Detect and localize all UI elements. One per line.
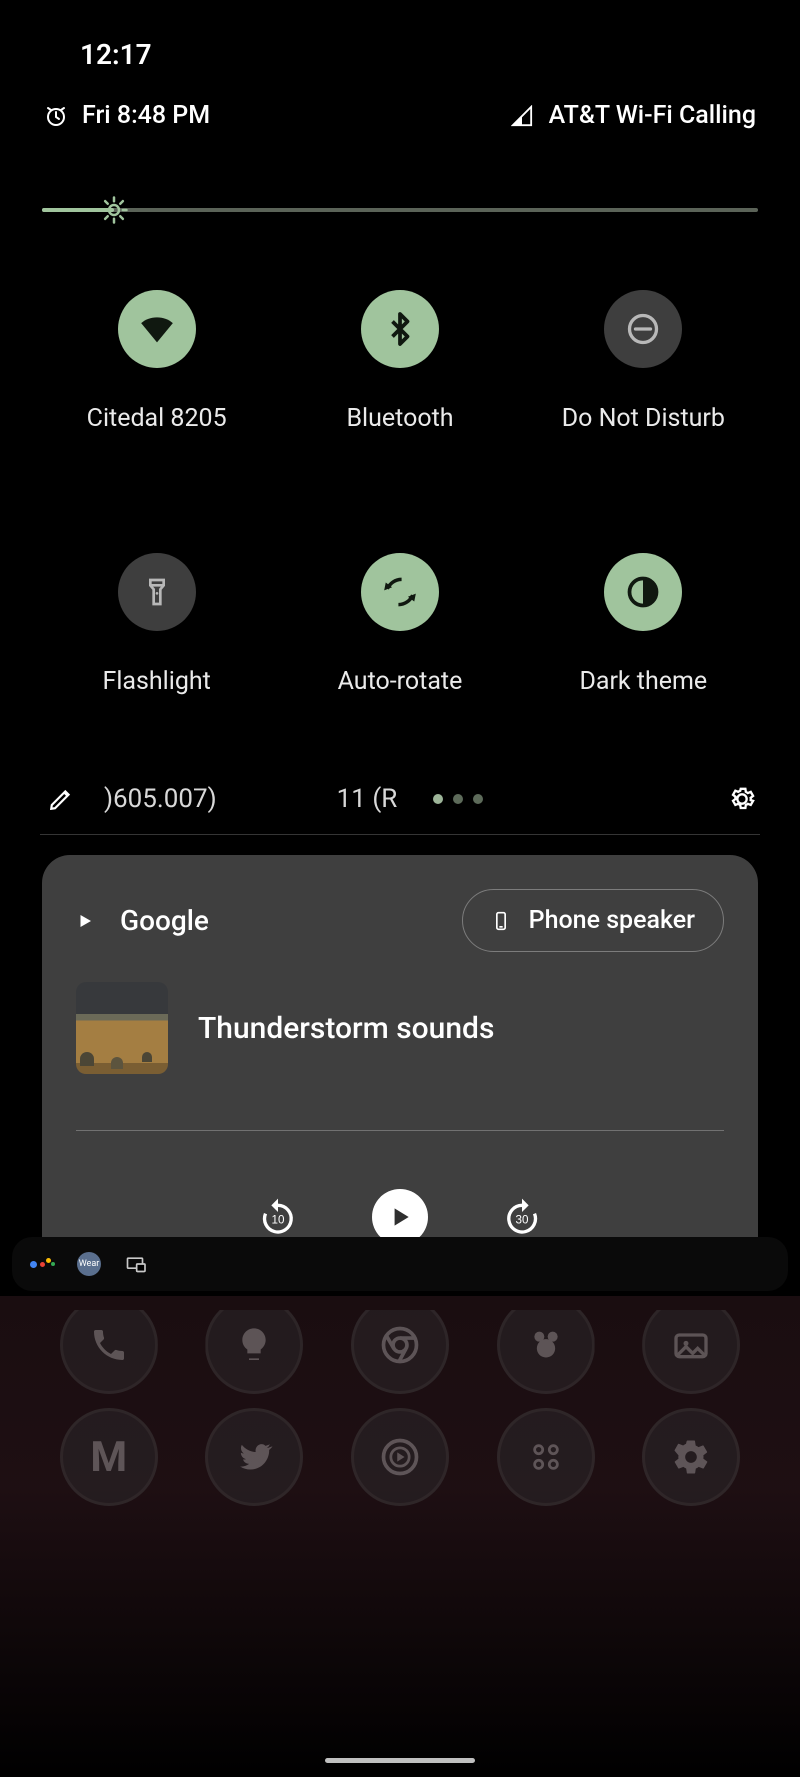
home-icon-settings <box>642 1408 740 1506</box>
qs-header-left: Fri 8:48 PM <box>44 101 210 130</box>
media-app-label: Google <box>120 904 209 937</box>
forward-30-button[interactable]: 30 <box>502 1197 542 1237</box>
home-icon-chrome <box>351 1296 449 1394</box>
build-text-left: )605.007) <box>104 784 217 814</box>
bluetooth-icon <box>361 290 439 368</box>
tile-label: Dark theme <box>579 667 707 696</box>
device-clock: 12:17 <box>80 38 152 71</box>
media-top: Google Phone speaker <box>76 889 724 952</box>
brightness-thumb-icon[interactable] <box>99 195 129 225</box>
home-icon-photos <box>642 1296 740 1394</box>
tile-bluetooth[interactable]: Bluetooth <box>283 290 516 433</box>
tile-darktheme[interactable]: Dark theme <box>527 553 760 696</box>
home-icon-twitter <box>205 1408 303 1506</box>
brightness-track <box>42 208 758 212</box>
media-row: Thunderstorm sounds <box>76 982 724 1074</box>
media-cover-art <box>76 982 168 1074</box>
cast-icon <box>123 1254 147 1274</box>
home-icon-phone <box>60 1296 158 1394</box>
tile-flashlight[interactable]: Flashlight <box>40 553 273 696</box>
quick-settings-panel[interactable]: Fri 8:48 PM AT&T Wi-Fi Calling <box>0 71 800 1289</box>
qs-header: Fri 8:48 PM AT&T Wi-Fi Calling <box>40 101 760 130</box>
alarm-icon <box>44 104 68 128</box>
media-app[interactable]: Google <box>76 904 209 937</box>
rewind-10-button[interactable]: 10 <box>258 1197 298 1237</box>
play-triangle-icon <box>76 912 94 930</box>
alarm-time: Fri 8:48 PM <box>82 101 210 130</box>
qs-header-right: AT&T Wi-Fi Calling <box>511 101 756 130</box>
page-dot <box>453 794 463 804</box>
autorotate-icon <box>361 553 439 631</box>
media-divider <box>76 1130 724 1131</box>
tile-label: Auto-rotate <box>338 667 463 696</box>
tile-dnd[interactable]: Do Not Disturb <box>527 290 760 433</box>
home-icon-group <box>497 1408 595 1506</box>
home-icon-youtube-music <box>351 1408 449 1506</box>
wifi-icon <box>118 290 196 368</box>
screen: M 12:17 Fri 8:48 PM AT&T Wi-Fi Calling <box>0 0 800 1777</box>
device-status-bar: 12:17 <box>0 0 800 71</box>
home-row: M <box>0 1408 800 1506</box>
darktheme-icon <box>604 553 682 631</box>
edit-tiles-button[interactable] <box>48 786 74 812</box>
phone-icon <box>491 908 511 934</box>
home-icon-light <box>205 1296 303 1394</box>
dnd-icon <box>604 290 682 368</box>
tile-label: Bluetooth <box>346 404 453 433</box>
wear-os-icon: Wear <box>77 1252 101 1276</box>
signal-icon <box>511 105 533 127</box>
tile-wifi[interactable]: Citedal 8205 <box>40 290 273 433</box>
forward-number: 30 <box>516 1214 529 1227</box>
media-card[interactable]: Google Phone speaker Thunderstorm sounds… <box>42 855 758 1289</box>
page-dot <box>473 794 483 804</box>
brightness-slider[interactable] <box>42 190 758 230</box>
home-row <box>0 1296 800 1394</box>
output-switcher[interactable]: Phone speaker <box>462 889 724 952</box>
settings-button[interactable] <box>728 785 756 813</box>
tile-label: Citedal 8205 <box>87 404 227 433</box>
tile-label: Do Not Disturb <box>562 404 725 433</box>
qs-footer: )605.007) 11 (R <box>40 784 760 835</box>
assistant-icon <box>30 1261 55 1268</box>
home-icon-disney <box>497 1296 595 1394</box>
carrier-label: AT&T Wi-Fi Calling <box>549 101 756 130</box>
rewind-number: 10 <box>272 1214 285 1227</box>
home-icon-gmail: M <box>60 1408 158 1506</box>
tile-autorotate[interactable]: Auto-rotate <box>283 553 516 696</box>
tile-label: Flashlight <box>103 667 211 696</box>
flashlight-icon <box>118 553 196 631</box>
output-label: Phone speaker <box>529 906 695 935</box>
notification-tray-bar[interactable]: Wear <box>12 1237 788 1291</box>
page-dots[interactable] <box>433 794 483 804</box>
qs-tile-grid: Citedal 8205 Bluetooth Do Not Disturb Fl… <box>40 290 760 696</box>
page-dot <box>433 794 443 804</box>
media-title: Thunderstorm sounds <box>198 1011 494 1046</box>
build-text-right: 11 (R <box>337 784 398 814</box>
nav-handle[interactable] <box>325 1758 475 1763</box>
